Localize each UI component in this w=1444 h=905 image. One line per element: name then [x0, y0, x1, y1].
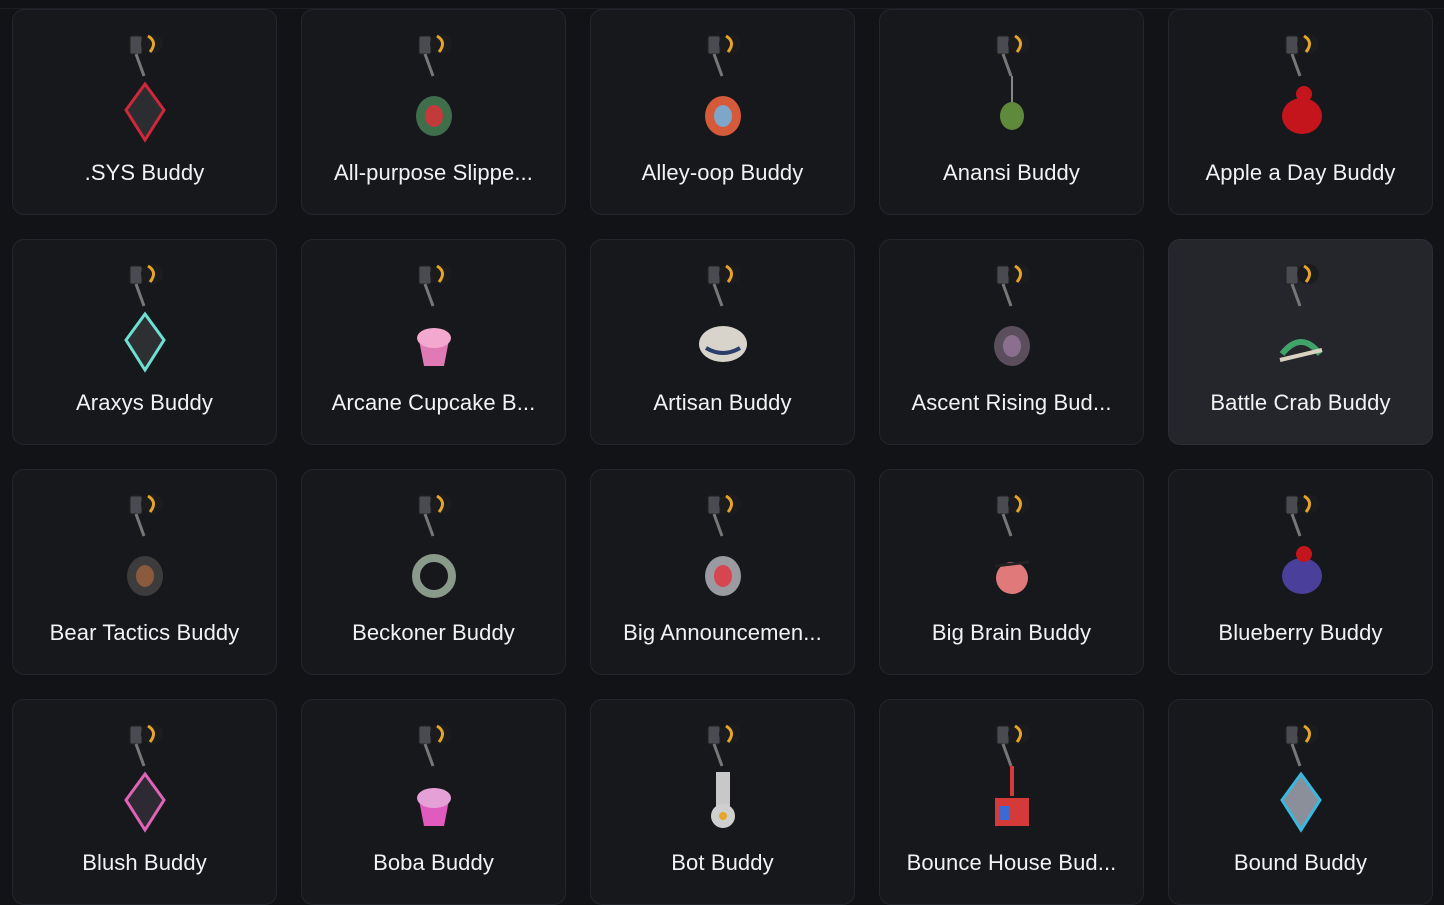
buddy-card[interactable]: Bot Buddy: [590, 699, 855, 905]
buddy-name: Apple a Day Buddy: [1205, 160, 1396, 185]
buddy-card[interactable]: Bounce House Bud...: [879, 699, 1144, 905]
bounce-house-charm-icon: [967, 722, 1057, 834]
buddy-name: Battle Crab Buddy: [1210, 390, 1391, 415]
buddy-card[interactable]: Arcane Cupcake B...: [301, 239, 566, 445]
buddy-card[interactable]: Araxys Buddy: [12, 239, 277, 445]
buddy-card[interactable]: Boba Buddy: [301, 699, 566, 905]
slipper-charm-icon: [389, 32, 479, 144]
buddy-name: Beckoner Buddy: [352, 620, 515, 645]
buddy-name: Blush Buddy: [82, 850, 207, 875]
buddy-card[interactable]: Battle Crab Buddy: [1168, 239, 1433, 445]
floating-island-charm-icon: [967, 262, 1057, 374]
buddy-card[interactable]: Alley-oop Buddy: [590, 9, 855, 215]
buddy-card[interactable]: .SYS Buddy: [12, 9, 277, 215]
blush-orb-charm-icon: [100, 722, 190, 834]
buddy-name: Ascent Rising Bud...: [911, 390, 1112, 415]
buddy-card[interactable]: Big Announcemen...: [590, 469, 855, 675]
ring-charm-icon: [389, 492, 479, 604]
brain-charm-icon: [967, 492, 1057, 604]
buddy-name: Big Announcemen...: [623, 620, 822, 645]
top-divider: [0, 0, 1444, 9]
buddy-name: Bound Buddy: [1233, 850, 1368, 875]
buddy-card[interactable]: Blueberry Buddy: [1168, 469, 1433, 675]
buddy-card[interactable]: Blush Buddy: [12, 699, 277, 905]
blueberry-kettle-charm-icon: [1256, 492, 1346, 604]
buddy-name: Boba Buddy: [373, 850, 494, 875]
araxys-crystal-charm-icon: [100, 262, 190, 374]
buddy-grid: .SYS Buddy All-purpose Slippe... Alley-oop…: [12, 9, 1434, 905]
robot-charm-icon: [678, 722, 768, 834]
buddy-name: Anansi Buddy: [943, 160, 1080, 185]
buddy-name: Artisan Buddy: [653, 390, 792, 415]
buddy-card[interactable]: Big Brain Buddy: [879, 469, 1144, 675]
teapot-charm-icon: [678, 262, 768, 374]
cupcake-charm-icon: [389, 262, 479, 374]
buddy-name: Alley-oop Buddy: [641, 160, 804, 185]
buddy-card[interactable]: Bear Tactics Buddy: [12, 469, 277, 675]
sys-charm-icon: [100, 32, 190, 144]
buddy-name: Araxys Buddy: [76, 390, 213, 415]
megaphone-charm-icon: [678, 492, 768, 604]
buddy-name: Bounce House Bud...: [906, 850, 1117, 875]
spider-charm-icon: [967, 32, 1057, 144]
buddy-card[interactable]: Bound Buddy: [1168, 699, 1433, 905]
buddy-name: Blueberry Buddy: [1218, 620, 1383, 645]
bear-charm-icon: [100, 492, 190, 604]
bound-crystal-charm-icon: [1256, 722, 1346, 834]
buddy-card[interactable]: Anansi Buddy: [879, 9, 1144, 215]
buddy-name: .SYS Buddy: [84, 160, 205, 185]
buddy-name: Bot Buddy: [671, 850, 774, 875]
apple-charm-icon: [1256, 32, 1346, 144]
buddy-card[interactable]: Apple a Day Buddy: [1168, 9, 1433, 215]
crab-charm-icon: [1256, 262, 1346, 374]
buddy-card[interactable]: Ascent Rising Bud...: [879, 239, 1144, 445]
buddy-card[interactable]: Beckoner Buddy: [301, 469, 566, 675]
buddy-card[interactable]: Artisan Buddy: [590, 239, 855, 445]
buddy-name: All-purpose Slippe...: [334, 160, 533, 185]
buddy-name: Arcane Cupcake B...: [331, 390, 536, 415]
buddy-card[interactable]: All-purpose Slippe...: [301, 9, 566, 215]
basketball-hoop-charm-icon: [678, 32, 768, 144]
buddy-name: Big Brain Buddy: [931, 620, 1092, 645]
buddy-name: Bear Tactics Buddy: [49, 620, 240, 645]
boba-cup-charm-icon: [389, 722, 479, 834]
